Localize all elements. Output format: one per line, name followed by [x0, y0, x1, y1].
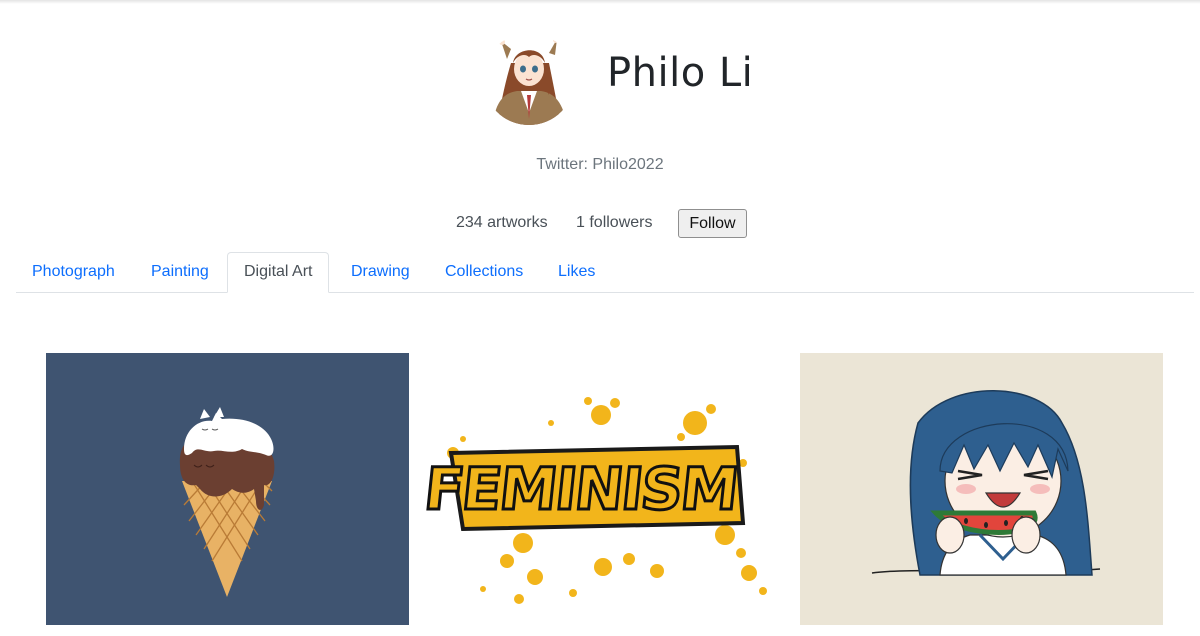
artworks-count: 234 artworks — [456, 214, 548, 231]
profile-page: Philo Li Twitter: Philo2022 234 artworks… — [0, 0, 1200, 636]
avatar-illustration — [483, 33, 575, 125]
watermelon-girl-image — [800, 353, 1163, 625]
profile-stats: 234 artworks 1 followers Follow — [0, 209, 1200, 239]
tab-likes[interactable]: Likes — [542, 252, 611, 292]
tab-digital-art[interactable]: Digital Art — [227, 252, 330, 293]
tab-drawing[interactable]: Drawing — [335, 252, 426, 292]
twitter-handle: Twitter: Philo2022 — [536, 156, 664, 173]
avatar[interactable] — [483, 33, 575, 125]
artwork-card-feminism[interactable]: FEMINISM — [423, 353, 786, 625]
tab-collections[interactable]: Collections — [429, 252, 539, 292]
tab-painting[interactable]: Painting — [135, 252, 225, 292]
profile-name: Philo Li — [607, 50, 754, 96]
artwork-card-ice-cream[interactable] — [46, 353, 409, 625]
top-shadow — [0, 0, 1200, 4]
tab-photograph[interactable]: Photograph — [16, 252, 131, 292]
feminism-lettering-image: FEMINISM — [423, 353, 786, 625]
category-tabs: Photograph Painting Digital Art Drawing … — [16, 252, 1194, 293]
follow-button[interactable]: Follow — [678, 209, 747, 238]
followers-count: 1 followers — [576, 214, 653, 231]
feminism-word: FEMINISM — [423, 455, 740, 523]
ice-cream-cat-image — [46, 353, 409, 625]
artwork-card-watermelon-girl[interactable] — [800, 353, 1163, 625]
